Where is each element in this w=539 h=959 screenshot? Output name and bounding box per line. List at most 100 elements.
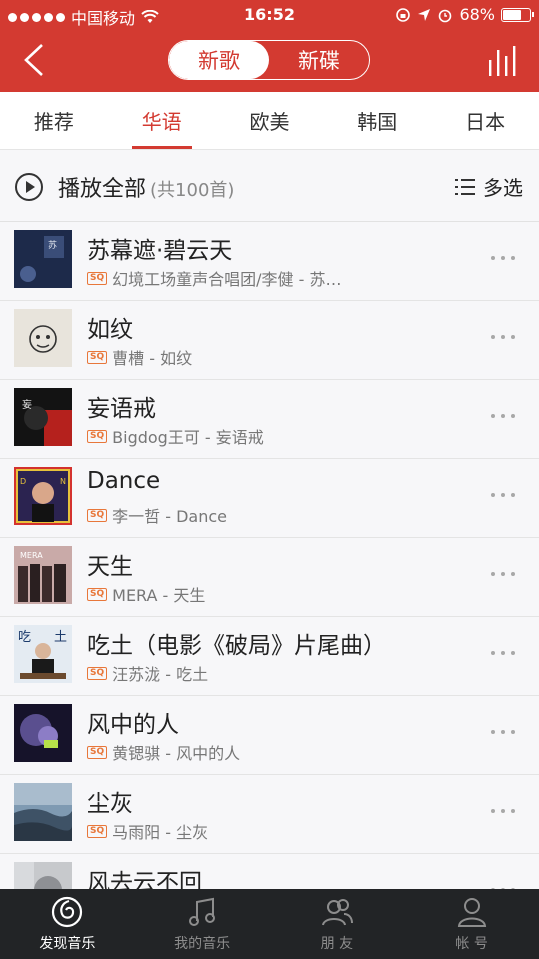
nav-discover-music[interactable]: 发现音乐 xyxy=(0,889,135,959)
multi-select-label: 多选 xyxy=(483,176,523,200)
my-music-icon xyxy=(189,897,216,926)
more-options-icon[interactable] xyxy=(491,805,519,817)
sq-badge: SQ xyxy=(87,350,108,364)
album-cover: 苏 xyxy=(14,230,72,288)
song-artist: Bigdog王可 - 妄语戒 xyxy=(112,428,264,447)
svg-text:MERA: MERA xyxy=(20,551,43,560)
sq-badge: SQ xyxy=(87,508,108,522)
song-subtitle: SQ 曹槽 - 如纹 xyxy=(87,345,192,369)
sq-badge: SQ xyxy=(87,271,108,285)
nav-account[interactable]: 帐 号 xyxy=(404,889,539,959)
album-cover: MERA xyxy=(14,546,72,604)
location-icon xyxy=(418,8,431,21)
svg-text:妄: 妄 xyxy=(22,398,32,411)
tab-chinese[interactable]: 华语 xyxy=(108,92,216,149)
nav-friends[interactable]: 朋 友 xyxy=(270,889,405,959)
song-title: 吃土（电影《破局》片尾曲） xyxy=(87,633,386,659)
album-cover xyxy=(14,783,72,841)
song-artist: 汪苏泷 - 吃土 xyxy=(112,665,209,684)
song-title: 苏幕遮·碧云天 xyxy=(87,238,233,264)
song-row[interactable]: DN Dance SQ 李一哲 - Dance xyxy=(0,459,539,538)
song-artist: 幻境工场童声合唱团/李健 - 苏… xyxy=(112,270,342,289)
album-cover xyxy=(14,704,72,762)
alarm-icon xyxy=(439,9,452,22)
sq-badge: SQ xyxy=(87,666,108,680)
more-options-icon[interactable] xyxy=(491,647,519,659)
song-row[interactable]: 妄 妄语戒 SQ Bigdog王可 - 妄语戒 xyxy=(0,380,539,459)
song-row[interactable]: 苏 苏幕遮·碧云天 SQ 幻境工场童声合唱团/李健 - 苏… xyxy=(0,222,539,301)
song-row[interactable]: 风中的人 SQ 黄锶骐 - 风中的人 xyxy=(0,696,539,775)
now-playing-equalizer-icon[interactable] xyxy=(487,44,521,76)
song-subtitle: SQ 马雨阳 - 尘灰 xyxy=(87,819,208,843)
song-subtitle: SQ 汪苏泷 - 吃土 xyxy=(87,661,208,685)
song-subtitle: SQ MERA - 天生 xyxy=(87,582,205,606)
account-icon xyxy=(457,898,486,927)
friends-icon xyxy=(321,899,353,926)
battery-icon xyxy=(501,7,534,22)
song-row[interactable]: 吃土 吃土（电影《破局》片尾曲） SQ 汪苏泷 - 吃土 xyxy=(0,617,539,696)
song-title: 妄语戒 xyxy=(87,396,156,422)
svg-text:土: 土 xyxy=(54,630,67,645)
segment-new-albums[interactable]: 新碟 xyxy=(269,41,369,79)
header-bar: 中国移动 16:52 68% 新歌 新碟 xyxy=(0,0,539,92)
bottom-tab-bar: 发现音乐 我的音乐 朋 友 帐 号 xyxy=(0,889,539,959)
tab-korean[interactable]: 韩国 xyxy=(323,92,431,149)
nav-label: 帐 号 xyxy=(455,936,488,952)
svg-text:吃: 吃 xyxy=(18,629,31,645)
song-artist: 马雨阳 - 尘灰 xyxy=(112,823,209,842)
status-bar: 中国移动 16:52 68% xyxy=(0,0,539,30)
more-options-icon[interactable] xyxy=(491,252,519,264)
sq-badge: SQ xyxy=(87,745,108,759)
tab-japanese[interactable]: 日本 xyxy=(431,92,539,149)
region-tabs: 推荐 华语 欧美 韩国 日本 xyxy=(0,92,539,150)
song-subtitle: SQ 黄锶骐 - 风中的人 xyxy=(87,740,240,764)
more-options-icon[interactable] xyxy=(491,726,519,738)
song-count: (共100首) xyxy=(150,180,235,201)
song-row[interactable]: 尘灰 SQ 马雨阳 - 尘灰 xyxy=(0,775,539,854)
tab-western[interactable]: 欧美 xyxy=(216,92,324,149)
list-icon xyxy=(455,178,475,195)
play-circle-icon[interactable] xyxy=(14,172,44,202)
album-cover: 妄 xyxy=(14,388,72,446)
tab-recommend[interactable]: 推荐 xyxy=(0,92,108,149)
song-title: Dance xyxy=(87,468,161,494)
album-cover xyxy=(14,309,72,367)
song-title: 天生 xyxy=(87,554,133,580)
play-all-button[interactable]: 播放全部 (共100首) xyxy=(58,171,234,203)
rotation-lock-icon xyxy=(396,7,411,22)
song-artist: MERA - 天生 xyxy=(112,586,206,605)
play-all-bar: 播放全部 (共100首) 多选 xyxy=(0,150,539,222)
song-artist: 黄锶骐 - 风中的人 xyxy=(112,744,241,763)
battery-label: 68% xyxy=(459,5,495,24)
song-title: 尘灰 xyxy=(87,791,133,817)
song-artist: 李一哲 - Dance xyxy=(112,507,227,526)
status-right: 68% xyxy=(395,5,534,24)
discover-music-icon xyxy=(52,896,83,928)
album-cover: 吃土 xyxy=(14,625,72,683)
nav-label: 朋 友 xyxy=(320,936,354,952)
svg-text:N: N xyxy=(60,477,66,486)
more-options-icon[interactable] xyxy=(491,331,519,343)
more-options-icon[interactable] xyxy=(491,568,519,580)
play-all-label: 播放全部 xyxy=(58,177,147,202)
nav-my-music[interactable]: 我的音乐 xyxy=(135,889,270,959)
song-subtitle: SQ 李一哲 - Dance xyxy=(87,503,227,527)
sq-badge: SQ xyxy=(87,429,108,443)
song-artist: 曹槽 - 如纹 xyxy=(112,349,193,368)
album-cover: DN xyxy=(14,467,72,525)
back-chevron-icon[interactable] xyxy=(20,42,48,78)
more-options-icon[interactable] xyxy=(491,410,519,422)
song-subtitle: SQ 幻境工场童声合唱团/李健 - 苏… xyxy=(87,266,341,290)
nav-label: 我的音乐 xyxy=(174,936,231,952)
segment-new-songs[interactable]: 新歌 xyxy=(169,41,269,79)
sq-badge: SQ xyxy=(87,587,108,601)
song-subtitle: SQ Bigdog王可 - 妄语戒 xyxy=(87,424,264,448)
song-list: 苏 苏幕遮·碧云天 SQ 幻境工场童声合唱团/李健 - 苏… 如纹 SQ 曹槽 - … xyxy=(0,222,539,933)
multi-select-button[interactable]: 多选 xyxy=(455,172,523,201)
song-row[interactable]: MERA 天生 SQ MERA - 天生 xyxy=(0,538,539,617)
segment-control: 新歌 新碟 xyxy=(168,40,370,80)
sq-badge: SQ xyxy=(87,824,108,838)
more-options-icon[interactable] xyxy=(491,489,519,501)
song-row[interactable]: 如纹 SQ 曹槽 - 如纹 xyxy=(0,301,539,380)
svg-text:D: D xyxy=(20,477,26,486)
